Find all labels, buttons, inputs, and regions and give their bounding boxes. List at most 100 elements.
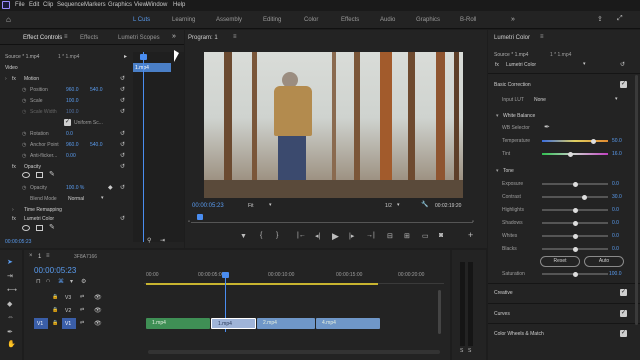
track-select-tool-icon[interactable]: ⇥ [7, 272, 13, 280]
track-label[interactable]: V1 [65, 321, 71, 327]
playback-resolution-select[interactable]: 1/2 [385, 203, 392, 209]
shadows-value[interactable]: 0.0 [612, 220, 619, 226]
home-icon[interactable]: ⌂ [6, 15, 11, 24]
saturation-value[interactable]: 100.0 [609, 271, 622, 277]
tint-slider[interactable] [542, 151, 608, 157]
blacks-slider[interactable] [542, 246, 608, 252]
blacks-knob[interactable] [573, 246, 578, 252]
white-balance-header[interactable]: White Balance [503, 113, 535, 119]
workspace-tab-assembly[interactable]: Assembly [216, 17, 242, 23]
tone-header[interactable]: Tone [503, 168, 514, 174]
tab-effect-controls[interactable]: Effect Controls [23, 35, 62, 41]
stopwatch-icon[interactable]: ◷ [22, 131, 26, 137]
linked-selection-icon[interactable]: ⌘ [58, 278, 64, 285]
highlights-slider[interactable] [542, 207, 608, 213]
clip[interactable]: 4.mp4 [316, 318, 380, 329]
clip[interactable]: 2.mp4 [257, 318, 315, 329]
color-wheels-header[interactable]: Color Wheels & Match [494, 331, 544, 337]
shadows-slider[interactable] [542, 220, 608, 226]
workspace-tab-effects[interactable]: Effects [341, 17, 359, 23]
timeline-horizontal-scrollbar[interactable] [148, 350, 440, 354]
menu-window[interactable]: Window [146, 2, 167, 8]
lumetri-color-effect-label[interactable]: Lumetri Color [24, 216, 54, 222]
menu-icon[interactable]: ≡ [540, 34, 544, 40]
stopwatch-icon[interactable]: ◷ [22, 185, 26, 191]
more-workspaces-icon[interactable]: » [511, 16, 515, 23]
pen-mask-icon[interactable]: ✎ [49, 170, 55, 178]
menu-markers[interactable]: Markers [84, 2, 106, 8]
in-out-handle-icon[interactable]: ◦ [472, 219, 474, 225]
menu-icon[interactable]: ≡ [233, 34, 237, 40]
snap-icon[interactable]: ∩ [46, 278, 50, 284]
workspace-tab-b-roll[interactable]: B-Roll [460, 17, 476, 23]
rotation-value[interactable]: 0.0 [66, 131, 73, 137]
reset-lumetri-icon[interactable]: ↺ [120, 215, 125, 222]
curves-header[interactable]: Curves [494, 311, 510, 317]
contrast-slider[interactable] [542, 194, 608, 200]
temperature-value[interactable]: 50.0 [612, 138, 622, 144]
creative-header[interactable]: Creative [494, 290, 513, 296]
position-x-value[interactable]: 960.0 [66, 87, 79, 93]
tab-lumetri-scopes[interactable]: Lumetri Scopes [118, 35, 160, 41]
program-playhead[interactable] [197, 214, 203, 220]
lumetri-source-selector[interactable]: Source * 1.mp4 [494, 52, 528, 58]
workspace-tab-l-cuts[interactable]: L Cuts [133, 17, 150, 23]
nest-toggle-icon[interactable]: ⊓ [36, 278, 41, 285]
lumetri-scrollbar[interactable] [635, 75, 638, 325]
chevron-down-icon[interactable]: ▾ [615, 96, 618, 102]
opacity-value[interactable]: 100.0 % [66, 185, 84, 191]
stopwatch-icon[interactable]: ◷ [22, 153, 26, 159]
timeline-extra-tab[interactable]: 3F8A7166 [74, 254, 97, 260]
workspace-tab-color[interactable]: Color [304, 17, 318, 23]
workspace-tab-graphics[interactable]: Graphics [416, 17, 440, 23]
saturation-knob[interactable] [573, 271, 578, 277]
reset-rotation-icon[interactable]: ↺ [120, 130, 125, 137]
whites-knob[interactable] [573, 233, 578, 239]
quick-export-icon[interactable]: ⇪ [597, 15, 603, 23]
step-forward-icon[interactable]: |▸ [349, 232, 354, 240]
video-frame[interactable] [204, 52, 463, 198]
chevron-down-icon[interactable]: ▾ [583, 61, 586, 67]
reset-opacity-icon[interactable]: ↺ [120, 184, 125, 191]
workspace-tab-learning[interactable]: Learning [172, 17, 195, 23]
sync-lock-icon[interactable]: ⇄ [80, 320, 84, 326]
timeline-ruler[interactable]: 00:00 00:00:05:00 00:00:10:00 00:00:15:0… [144, 270, 444, 284]
anchor-y-value[interactable]: 540.0 [90, 142, 103, 148]
position-y-value[interactable]: 540.0 [90, 87, 103, 93]
filter-icon[interactable]: ⚲ [147, 237, 151, 244]
ellipse-mask-icon[interactable] [22, 172, 30, 178]
stopwatch-icon[interactable]: ◷ [22, 109, 26, 115]
lumetri-sequence-selector[interactable]: 1 * 1.mp4 [550, 52, 571, 58]
slip-tool-icon[interactable]: ⇔ [7, 314, 14, 321]
stopwatch-icon[interactable]: ◷ [22, 142, 26, 148]
export-frame-icon[interactable]: ⇥ [160, 237, 165, 244]
opacity-effect-label[interactable]: Opacity [24, 164, 41, 170]
expand-icon[interactable]: › [12, 207, 14, 213]
menu-icon[interactable]: ≡ [46, 253, 50, 259]
highlights-value[interactable]: 0.0 [612, 207, 619, 213]
lock-icon[interactable]: 🔒 [52, 320, 58, 326]
export-frame-icon[interactable]: ◙ [439, 232, 443, 239]
whites-slider[interactable] [542, 233, 608, 239]
wrench-icon[interactable]: 🔧 [421, 201, 428, 208]
saturation-slider[interactable] [542, 271, 608, 277]
auto-button[interactable]: Auto [584, 256, 624, 267]
shadows-knob[interactable] [573, 220, 578, 226]
blacks-value[interactable]: 0.0 [612, 246, 619, 252]
reset-motion-icon[interactable]: ↺ [120, 75, 125, 82]
step-back-icon[interactable]: ◂| [315, 232, 320, 240]
lock-icon[interactable]: 🔒 [52, 307, 58, 313]
fx-badge-icon[interactable]: fx [12, 164, 16, 170]
blend-mode-select[interactable]: Normal [68, 196, 84, 202]
pen-tool-icon[interactable]: ✒ [7, 328, 13, 336]
lumetri-panel-title[interactable]: Lumetri Color [494, 35, 530, 41]
hand-tool-icon[interactable]: ✋ [7, 340, 16, 348]
chevron-down-icon[interactable]: ▾ [269, 202, 272, 208]
tab-effects[interactable]: Effects [80, 35, 98, 41]
solo-icon[interactable]: S [468, 348, 471, 354]
expand-icon[interactable]: › [5, 76, 7, 82]
track-label[interactable]: V3 [65, 295, 71, 301]
input-lut-select[interactable]: None [534, 97, 546, 103]
mark-out-icon[interactable]: } [276, 232, 278, 239]
program-scrub-bar[interactable] [191, 222, 473, 223]
